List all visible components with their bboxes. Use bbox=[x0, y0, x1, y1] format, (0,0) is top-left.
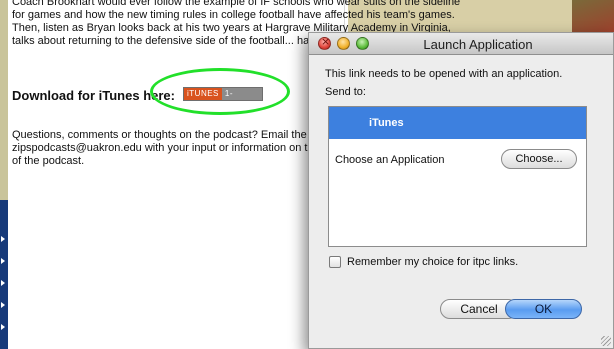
left-nav-bar bbox=[0, 200, 8, 349]
send-to-label: Send to: bbox=[325, 86, 366, 98]
list-item-choose-application[interactable]: Choose an Application Choose... bbox=[329, 139, 586, 183]
resize-grip-icon[interactable] bbox=[601, 336, 611, 346]
list-item-label: iTunes bbox=[369, 117, 404, 129]
remember-choice-label[interactable]: Remember my choice for itpc links. bbox=[347, 256, 518, 268]
nav-arrow-icon[interactable] bbox=[1, 236, 5, 242]
remember-choice-checkbox[interactable] bbox=[329, 256, 341, 268]
article-content bbox=[8, 0, 348, 349]
application-list[interactable]: iTunes Choose an Application Choose... bbox=[328, 106, 587, 247]
highlight-ring bbox=[150, 68, 290, 115]
dialog-titlebar[interactable]: Launch Application bbox=[309, 33, 613, 55]
dialog-message: This link needs to be opened with an app… bbox=[325, 68, 563, 80]
nav-arrow-icon[interactable] bbox=[1, 324, 5, 330]
left-nav-strip bbox=[0, 0, 8, 349]
ok-button[interactable]: OK bbox=[505, 299, 582, 319]
nav-arrow-icon[interactable] bbox=[1, 302, 5, 308]
nav-arrow-icon[interactable] bbox=[1, 258, 5, 264]
list-item-label: Choose an Application bbox=[335, 154, 445, 166]
remember-choice-row[interactable]: Remember my choice for itpc links. bbox=[329, 255, 518, 269]
choose-button[interactable]: Choose... bbox=[501, 149, 577, 169]
dialog-title: Launch Application bbox=[423, 37, 533, 52]
nav-arrow-icon[interactable] bbox=[1, 280, 5, 286]
list-item-itunes[interactable]: iTunes bbox=[329, 107, 586, 139]
launch-application-dialog: Launch Application This link needs to be… bbox=[308, 32, 614, 349]
